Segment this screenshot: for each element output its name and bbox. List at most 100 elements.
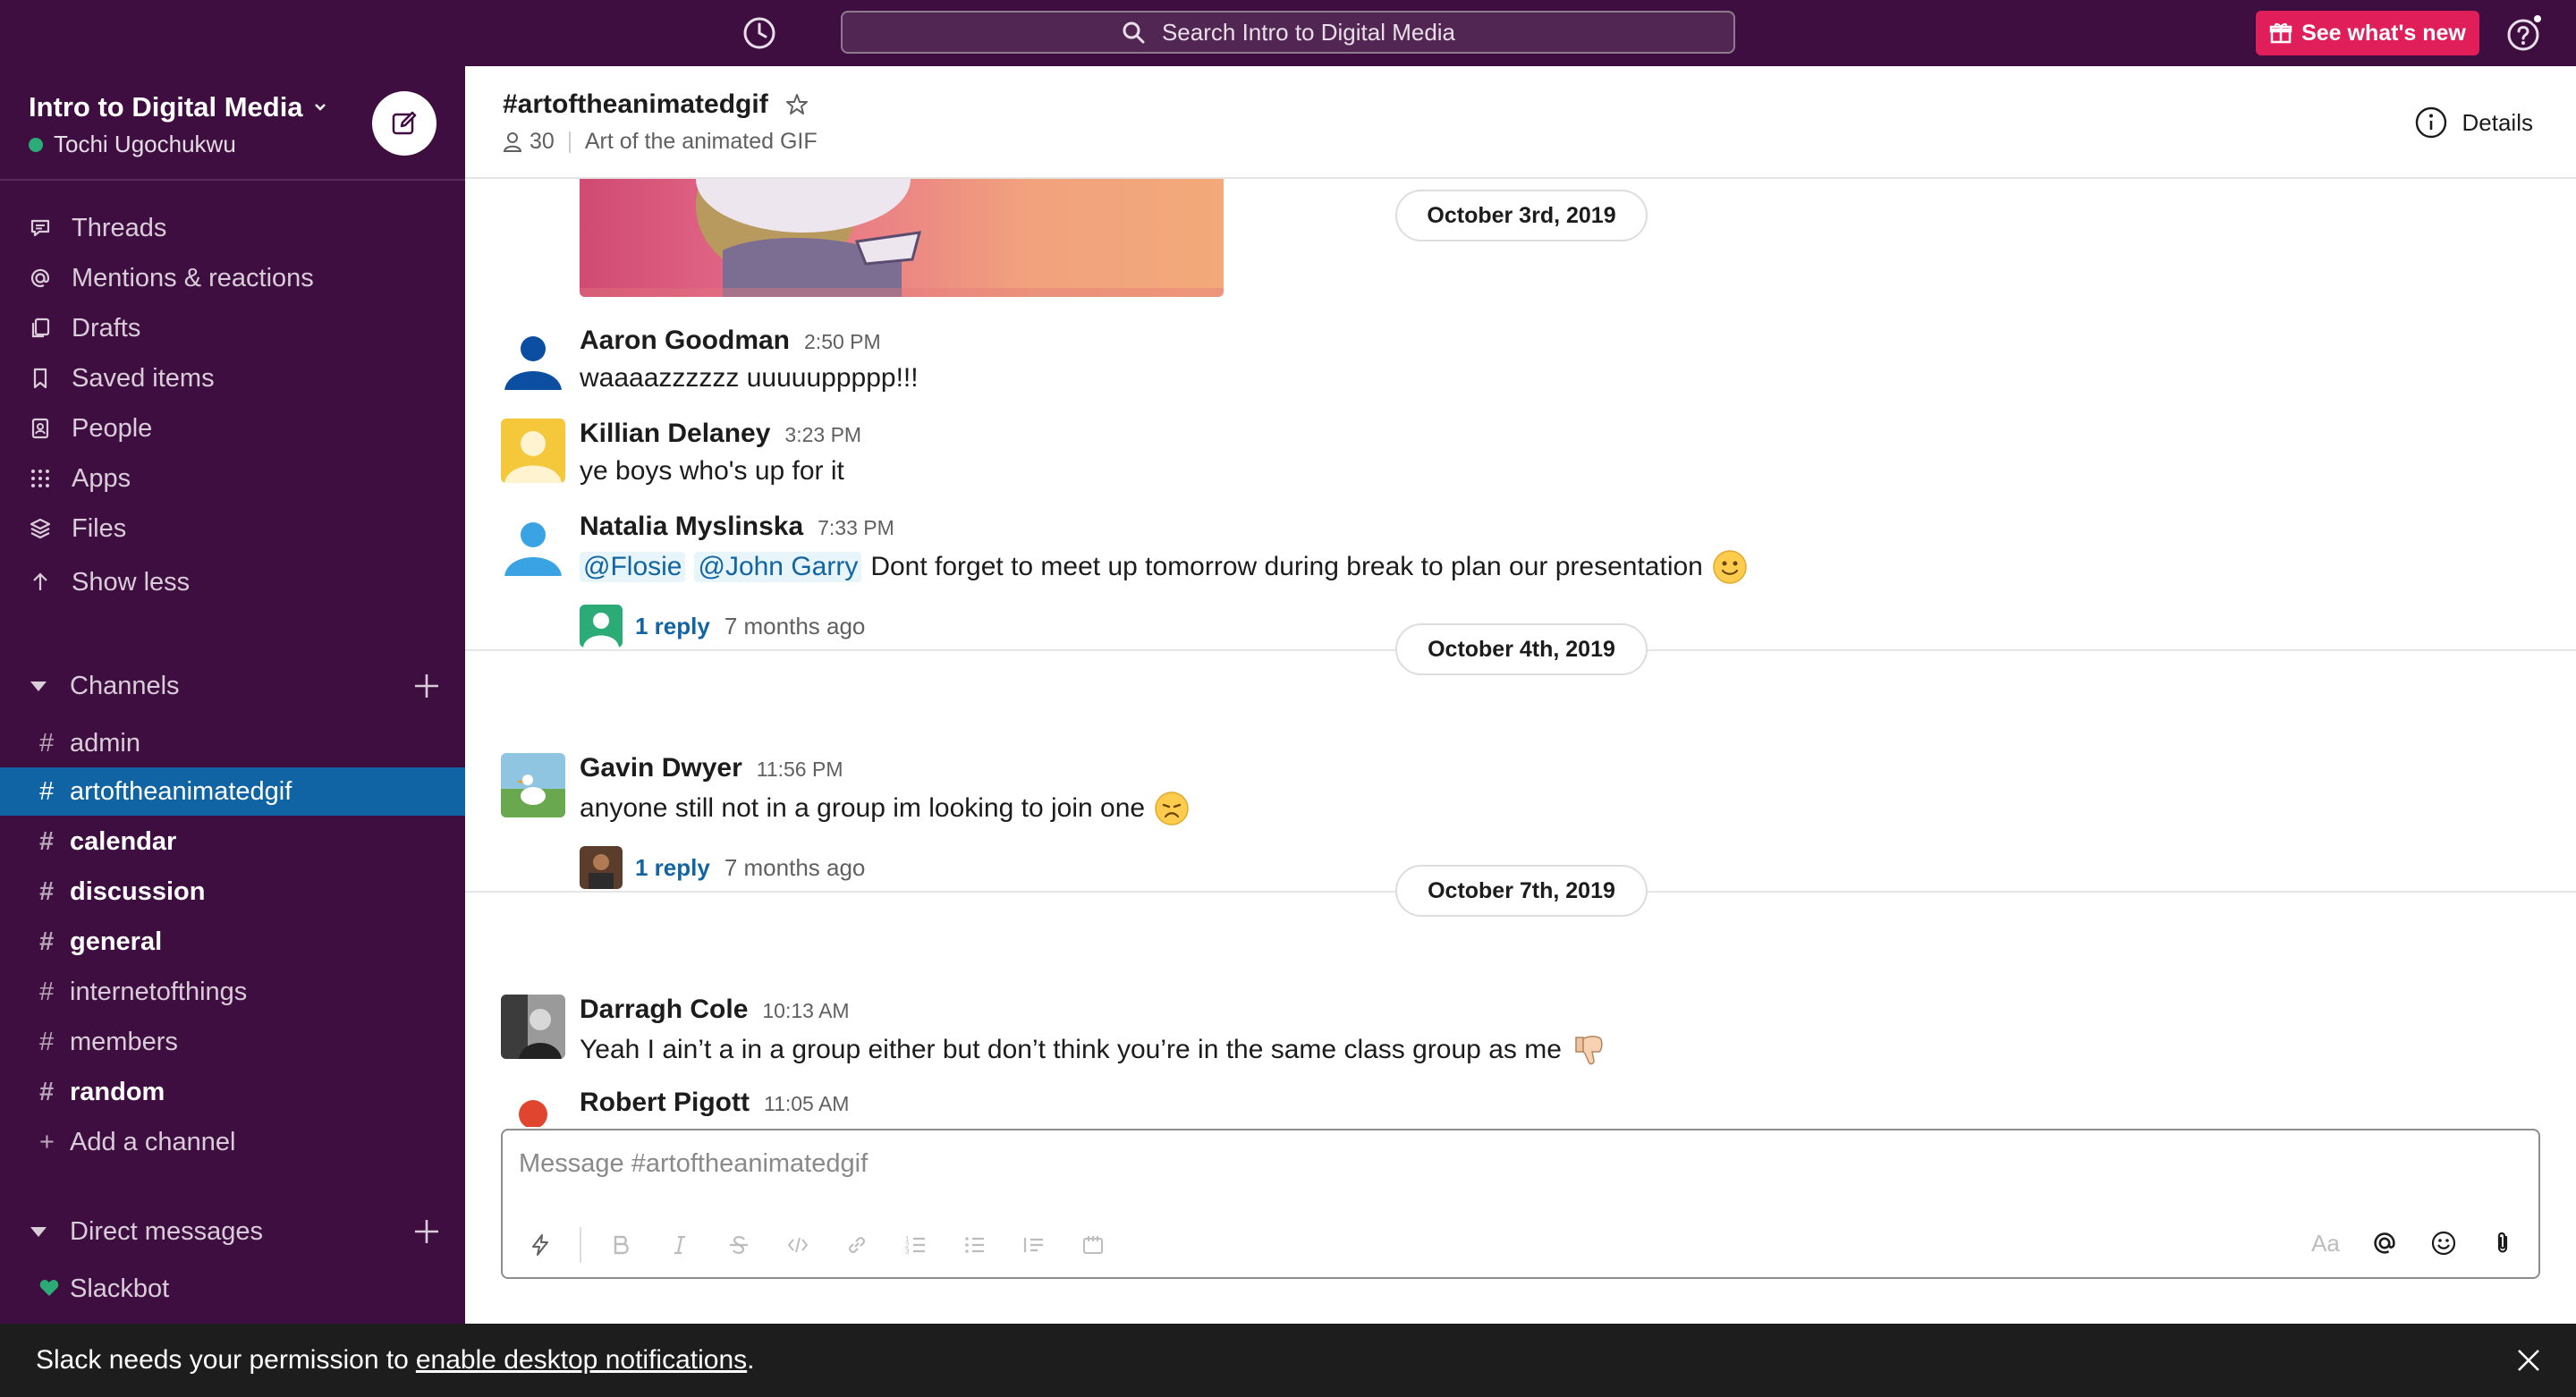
workspace-header[interactable]: Intro to Digital Media Tochi Ugochukwu <box>0 66 465 181</box>
message-author[interactable]: Robert Pigott <box>580 1088 750 1118</box>
reply-count[interactable]: 1 reply <box>635 854 710 882</box>
bold-icon[interactable] <box>601 1225 640 1265</box>
slightly-smiling-face-icon[interactable] <box>1712 549 1748 585</box>
disappointed-face-icon[interactable] <box>1154 791 1190 826</box>
avatar[interactable] <box>501 995 565 1059</box>
message-timestamp[interactable]: 7:33 PM <box>818 516 894 540</box>
member-count[interactable]: 30 <box>530 129 555 155</box>
avatar[interactable] <box>501 326 565 390</box>
message-author[interactable]: Killian Delaney <box>580 419 770 449</box>
reply-count[interactable]: 1 reply <box>635 613 710 640</box>
workspace-name[interactable]: Intro to Digital Media <box>29 91 328 123</box>
channels-section-header[interactable]: Channels <box>30 664 442 708</box>
italic-icon[interactable] <box>660 1225 699 1265</box>
date-divider-pill[interactable]: October 3rd, 2019 <box>1395 190 1648 241</box>
message-author[interactable]: Aaron Goodman <box>580 326 790 356</box>
link-icon[interactable] <box>837 1225 877 1265</box>
channel-title[interactable]: #artoftheanimatedgif <box>503 89 809 120</box>
strikethrough-icon[interactable] <box>719 1225 758 1265</box>
search-bar[interactable]: Search Intro to Digital Media <box>841 11 1735 54</box>
channel-item-internetofthings[interactable]: # internetofthings <box>0 968 465 1016</box>
workspace-name-text: Intro to Digital Media <box>29 91 303 123</box>
channel-topic[interactable]: Art of the animated GIF <box>585 129 818 155</box>
dm-item-slackbot[interactable]: Slackbot <box>0 1265 465 1313</box>
user-mention[interactable]: @John Garry <box>694 552 862 582</box>
reply-avatar <box>580 846 623 889</box>
channel-item-random[interactable]: # random <box>0 1068 465 1116</box>
message-composer[interactable]: 123 Aa <box>501 1129 2540 1279</box>
message-timestamp[interactable]: 10:13 AM <box>762 999 849 1023</box>
compose-button[interactable] <box>372 91 436 156</box>
channel-item-general[interactable]: # general <box>0 918 465 966</box>
bulleted-list-icon[interactable] <box>955 1225 995 1265</box>
message-author[interactable]: Gavin Dwyer <box>580 753 742 783</box>
whats-new-button[interactable]: See what's new <box>2256 11 2479 55</box>
message-timestamp[interactable]: 2:50 PM <box>804 330 881 354</box>
channel-item-discussion[interactable]: # discussion <box>0 868 465 916</box>
lightning-icon[interactable] <box>521 1225 560 1265</box>
date-divider-pill[interactable]: October 4th, 2019 <box>1395 623 1648 675</box>
banner-text: Slack needs your permission to <box>36 1345 409 1375</box>
message-timestamp[interactable]: 11:56 PM <box>757 758 843 782</box>
current-user: Tochi Ugochukwu <box>29 131 236 158</box>
avatar[interactable] <box>501 419 565 483</box>
channel-item-members[interactable]: # members <box>0 1018 465 1066</box>
nav-mentions[interactable]: Mentions & reactions <box>27 256 314 301</box>
nav-files[interactable]: Files <box>27 506 126 551</box>
date-divider-pill[interactable]: October 7th, 2019 <box>1395 865 1648 917</box>
add-channel-icon[interactable] <box>411 671 442 701</box>
thread-replies[interactable]: 1 reply 7 months ago <box>580 605 865 648</box>
star-icon[interactable] <box>784 92 809 117</box>
code-icon[interactable] <box>778 1225 818 1265</box>
text-format-toggle[interactable]: Aa <box>2306 1223 2345 1263</box>
message-list[interactable]: October 3rd, 2019 Aaron Goodman 2:50 PM w… <box>465 179 2576 1127</box>
add-dm-icon[interactable] <box>411 1216 442 1247</box>
history-icon[interactable] <box>739 13 780 54</box>
channel-item-calendar[interactable]: # calendar <box>0 817 465 866</box>
details-button[interactable]: Details <box>2414 106 2533 140</box>
message-input[interactable] <box>519 1141 2308 1186</box>
avatar[interactable] <box>501 512 565 576</box>
gif-attachment[interactable] <box>580 179 1224 297</box>
thumbs-down-icon[interactable] <box>1571 1032 1606 1068</box>
emoji-picker-icon[interactable] <box>2424 1223 2463 1263</box>
hash-icon: # <box>39 776 55 806</box>
nav-people[interactable]: People <box>27 406 152 451</box>
help-icon[interactable] <box>2504 13 2546 54</box>
add-channel-link[interactable]: + Add a channel <box>0 1118 465 1166</box>
member-icon[interactable] <box>503 131 522 153</box>
nav-label: Files <box>72 513 127 543</box>
nav-apps[interactable]: Apps <box>27 456 131 501</box>
caret-down-icon <box>30 681 47 691</box>
people-icon <box>27 415 54 442</box>
message-timestamp[interactable]: 11:05 AM <box>764 1092 849 1116</box>
blockquote-icon[interactable] <box>1014 1225 1054 1265</box>
channel-item-admin[interactable]: # admin <box>0 719 465 767</box>
attachment-icon[interactable] <box>2483 1223 2522 1263</box>
nav-drafts[interactable]: Drafts <box>27 306 140 351</box>
nav-threads[interactable]: Threads <box>27 206 166 250</box>
presence-dot <box>29 137 43 152</box>
message-timestamp[interactable]: 3:23 PM <box>784 423 861 447</box>
message-author[interactable]: Natalia Myslinska <box>580 512 803 542</box>
heart-icon <box>39 1274 70 1304</box>
avatar[interactable] <box>501 753 565 817</box>
message-author[interactable]: Darragh Cole <box>580 995 748 1025</box>
thread-replies[interactable]: 1 reply 7 months ago <box>580 846 865 889</box>
reply-time-ago: 7 months ago <box>724 853 866 881</box>
threads-icon <box>27 215 54 241</box>
mention-icon[interactable] <box>2365 1223 2404 1263</box>
channel-item-artoftheanimatedgif[interactable]: # artoftheanimatedgif <box>0 767 465 816</box>
channel-meta: 30 Art of the animated GIF <box>503 129 818 155</box>
code-block-icon[interactable] <box>1073 1225 1113 1265</box>
close-icon[interactable] <box>2512 1343 2546 1377</box>
avatar[interactable] <box>501 1088 565 1127</box>
enable-notifications-link[interactable]: enable desktop notifications <box>416 1345 747 1376</box>
nav-show-less[interactable]: Show less <box>27 560 190 605</box>
ordered-list-icon[interactable]: 123 <box>896 1225 936 1265</box>
nav-saved[interactable]: Saved items <box>27 356 215 401</box>
dm-section-header[interactable]: Direct messages <box>30 1209 442 1254</box>
user-mention[interactable]: @Flosie <box>580 552 686 582</box>
dm-section-title: Direct messages <box>70 1216 263 1246</box>
message-text: @Flosie @John Garry Dont forget to meet … <box>580 549 1748 585</box>
